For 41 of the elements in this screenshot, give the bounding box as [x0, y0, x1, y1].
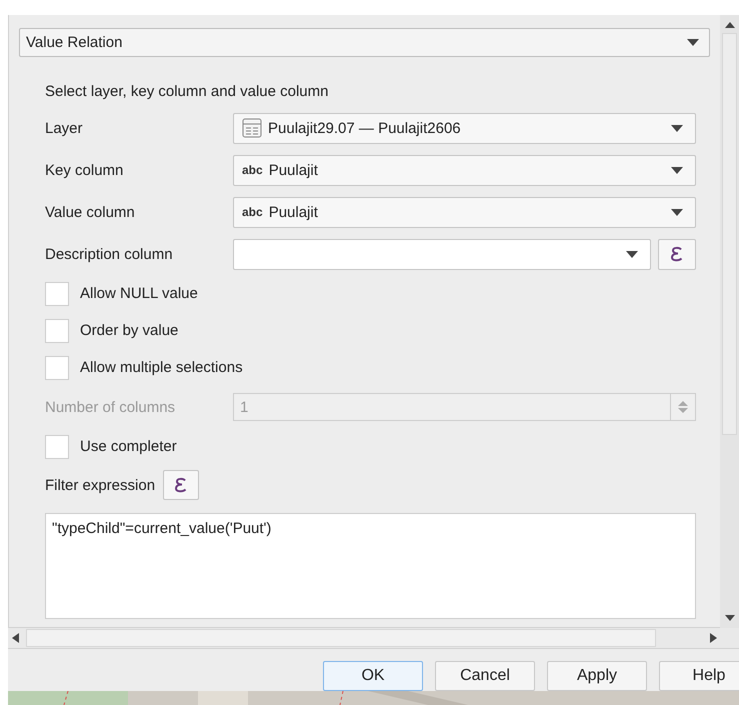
field-dropdown[interactable]: abc Puulajit	[233, 154, 696, 186]
expression-button[interactable]	[163, 470, 200, 500]
dialog-button[interactable]: OK	[323, 661, 423, 691]
checkbox[interactable]	[45, 318, 69, 342]
field-label: Description column	[45, 246, 174, 262]
field-label: Number of columns	[45, 398, 176, 416]
dropdown-arrow-icon	[671, 124, 683, 132]
checkbox-label: Use completer	[80, 438, 177, 455]
scroll-down-icon[interactable]	[724, 614, 734, 622]
horizontal-scrollbar[interactable]	[8, 628, 739, 649]
expression-button[interactable]	[658, 238, 696, 270]
checkbox[interactable]	[45, 282, 69, 306]
scroll-right-icon[interactable]	[710, 633, 716, 643]
checkbox-label: Allow NULL value	[80, 285, 198, 302]
field-label: Key column	[45, 162, 124, 178]
dialog-button[interactable]: Apply	[547, 661, 647, 691]
vertical-scrollbar[interactable]	[720, 15, 739, 628]
table-icon	[242, 118, 262, 138]
dialog-button[interactable]: Cancel	[435, 661, 535, 691]
dropdown-arrow-icon	[671, 166, 683, 174]
checkbox-label: Allow multiple selections	[80, 359, 243, 376]
widget-type-dropdown[interactable]: Value Relation	[19, 28, 710, 57]
dropdown-arrow-icon	[687, 39, 699, 46]
epsilon-icon	[669, 245, 685, 263]
layer-dropdown[interactable]: Puulajit29.07 — Puulajit2606	[233, 112, 696, 144]
scroll-left-icon[interactable]	[12, 633, 18, 643]
checkbox[interactable]	[45, 356, 69, 380]
checkbox-label: Order by value	[80, 322, 178, 339]
scroll-up-icon[interactable]	[724, 21, 734, 29]
spin-arrows-icon	[678, 400, 688, 414]
field-label: Layer	[45, 120, 84, 136]
expression-text-area[interactable]: "typeChild"=current_value('Puut')	[45, 513, 696, 619]
expression-dropdown[interactable]	[233, 238, 651, 270]
dropdown-arrow-icon	[626, 250, 638, 258]
filter-label: Filter expression	[45, 476, 156, 494]
checkbox[interactable]	[45, 434, 69, 458]
section-label: Select layer, key column and value column	[45, 82, 328, 100]
dropdown-arrow-icon	[671, 208, 683, 216]
field-dropdown[interactable]: abc Puulajit	[233, 196, 696, 228]
field-label: Value column	[45, 204, 136, 220]
dialog-button[interactable]: Help	[659, 661, 739, 691]
